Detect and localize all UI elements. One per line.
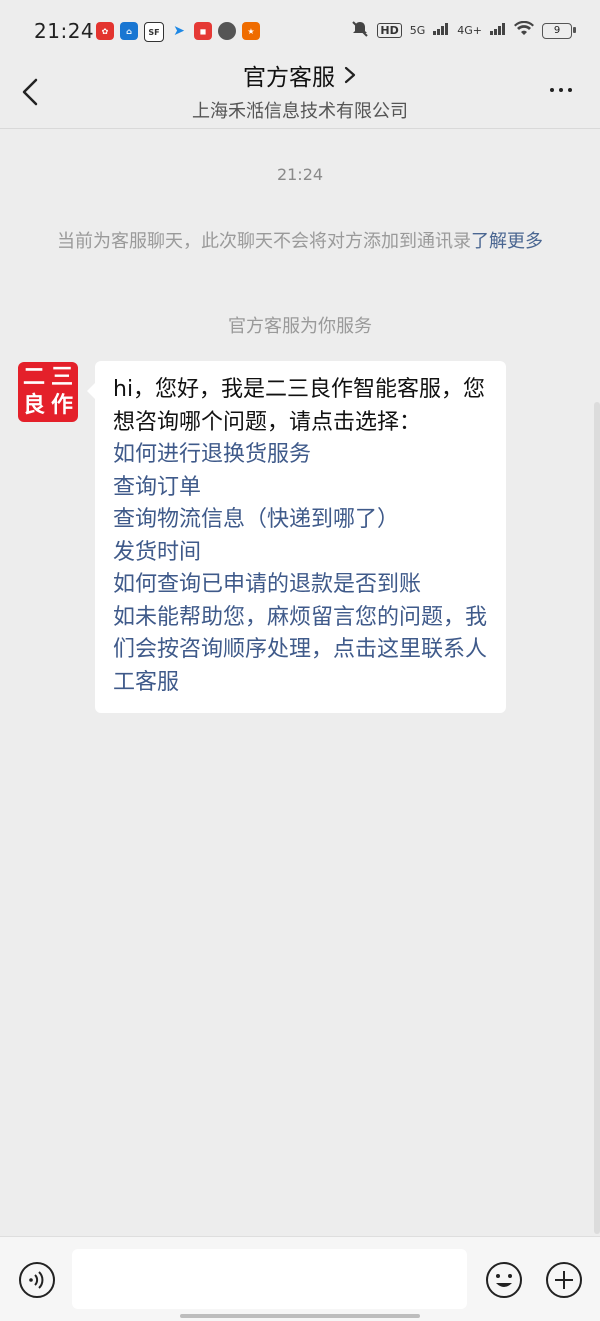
service-notice: 官方客服为你服务	[228, 316, 372, 337]
telegram-icon: ➤	[173, 23, 185, 39]
more-options-button[interactable]	[550, 88, 572, 92]
home-indicator[interactable]	[180, 1314, 420, 1318]
option-query-logistics[interactable]: 查询物流信息（快递到哪了）	[113, 504, 488, 537]
chat-title-text: 官方客服	[243, 65, 335, 91]
option-refund-status[interactable]: 如何查询已申请的退款是否到账	[113, 569, 488, 602]
message-timestamp: 21:24	[276, 165, 324, 184]
hd-indicator: HD	[377, 23, 402, 38]
plus-button[interactable]	[545, 1261, 583, 1299]
option-query-order[interactable]: 查询订单	[113, 472, 488, 505]
avatar-char: 三	[50, 365, 73, 390]
message-input[interactable]	[72, 1249, 467, 1309]
more-dot-icon	[559, 88, 563, 92]
chat-subtitle: 上海禾湉信息技术有限公司	[192, 101, 408, 122]
scrollbar[interactable]	[594, 402, 600, 1234]
title-wrap[interactable]: 官方客服	[0, 58, 600, 92]
learn-more-link[interactable]: 了解更多	[471, 231, 543, 252]
app-red-icon: ✿	[96, 22, 114, 40]
message-intro: hi，您好，我是二三良作智能客服，您想咨询哪个问题，请点击选择：	[113, 377, 486, 435]
notification-icons: ✿ ⌂ SF ➤ ◼ ★	[96, 22, 260, 42]
input-bar	[0, 1236, 600, 1321]
plus-icon	[546, 1262, 582, 1298]
status-time: 21:24	[34, 19, 95, 43]
chat-header: 官方客服 上海禾湉信息技术有限公司	[0, 48, 600, 128]
voice-icon	[19, 1262, 55, 1298]
header-divider	[0, 128, 600, 129]
avatar[interactable]: 二 三 良 作	[18, 362, 78, 422]
mute-icon	[351, 20, 369, 41]
option-return-exchange[interactable]: 如何进行退换货服务	[113, 439, 488, 472]
emoji-button[interactable]	[485, 1261, 523, 1299]
battery-icon: 9	[542, 22, 576, 39]
4g-indicator: 4G+	[457, 24, 482, 37]
message-bubble: hi，您好，我是二三良作智能客服，您想咨询哪个问题，请点击选择： 如何进行退换货…	[87, 361, 506, 713]
signal2-icon	[490, 23, 506, 38]
avatar-char: 二	[22, 365, 45, 390]
chat-title[interactable]: 官方客服	[243, 58, 357, 92]
app-orange-icon: ★	[242, 22, 260, 40]
signal-icon	[433, 23, 449, 38]
voice-button[interactable]	[18, 1261, 56, 1299]
app-sf-icon: SF	[144, 22, 164, 42]
app-blue-icon: ⌂	[120, 22, 138, 40]
chevron-right-icon	[344, 66, 356, 84]
system-notice: 当前为客服聊天，此次聊天不会将对方添加到通讯录了解更多	[40, 228, 560, 256]
chat-bubble-icon	[218, 22, 236, 40]
emoji-icon	[486, 1262, 522, 1298]
more-dot-icon	[550, 88, 554, 92]
app-red2-icon: ◼	[194, 22, 212, 40]
status-right: HD 5G 4G+ 9	[351, 20, 576, 41]
avatar-char: 作	[50, 393, 73, 418]
5g-indicator: 5G	[409, 24, 426, 37]
option-shipping-time[interactable]: 发货时间	[113, 537, 488, 570]
avatar-char: 良	[22, 393, 45, 418]
notice-text: 当前为客服聊天，此次聊天不会将对方添加到通讯录	[57, 231, 471, 252]
option-contact-human[interactable]: 如未能帮助您，麻烦留言您的问题，我们会按咨询顺序处理，点击这里联系人工客服	[113, 602, 488, 700]
battery-level: 9	[553, 25, 561, 36]
more-dot-icon	[568, 88, 572, 92]
wifi-icon	[514, 20, 534, 40]
